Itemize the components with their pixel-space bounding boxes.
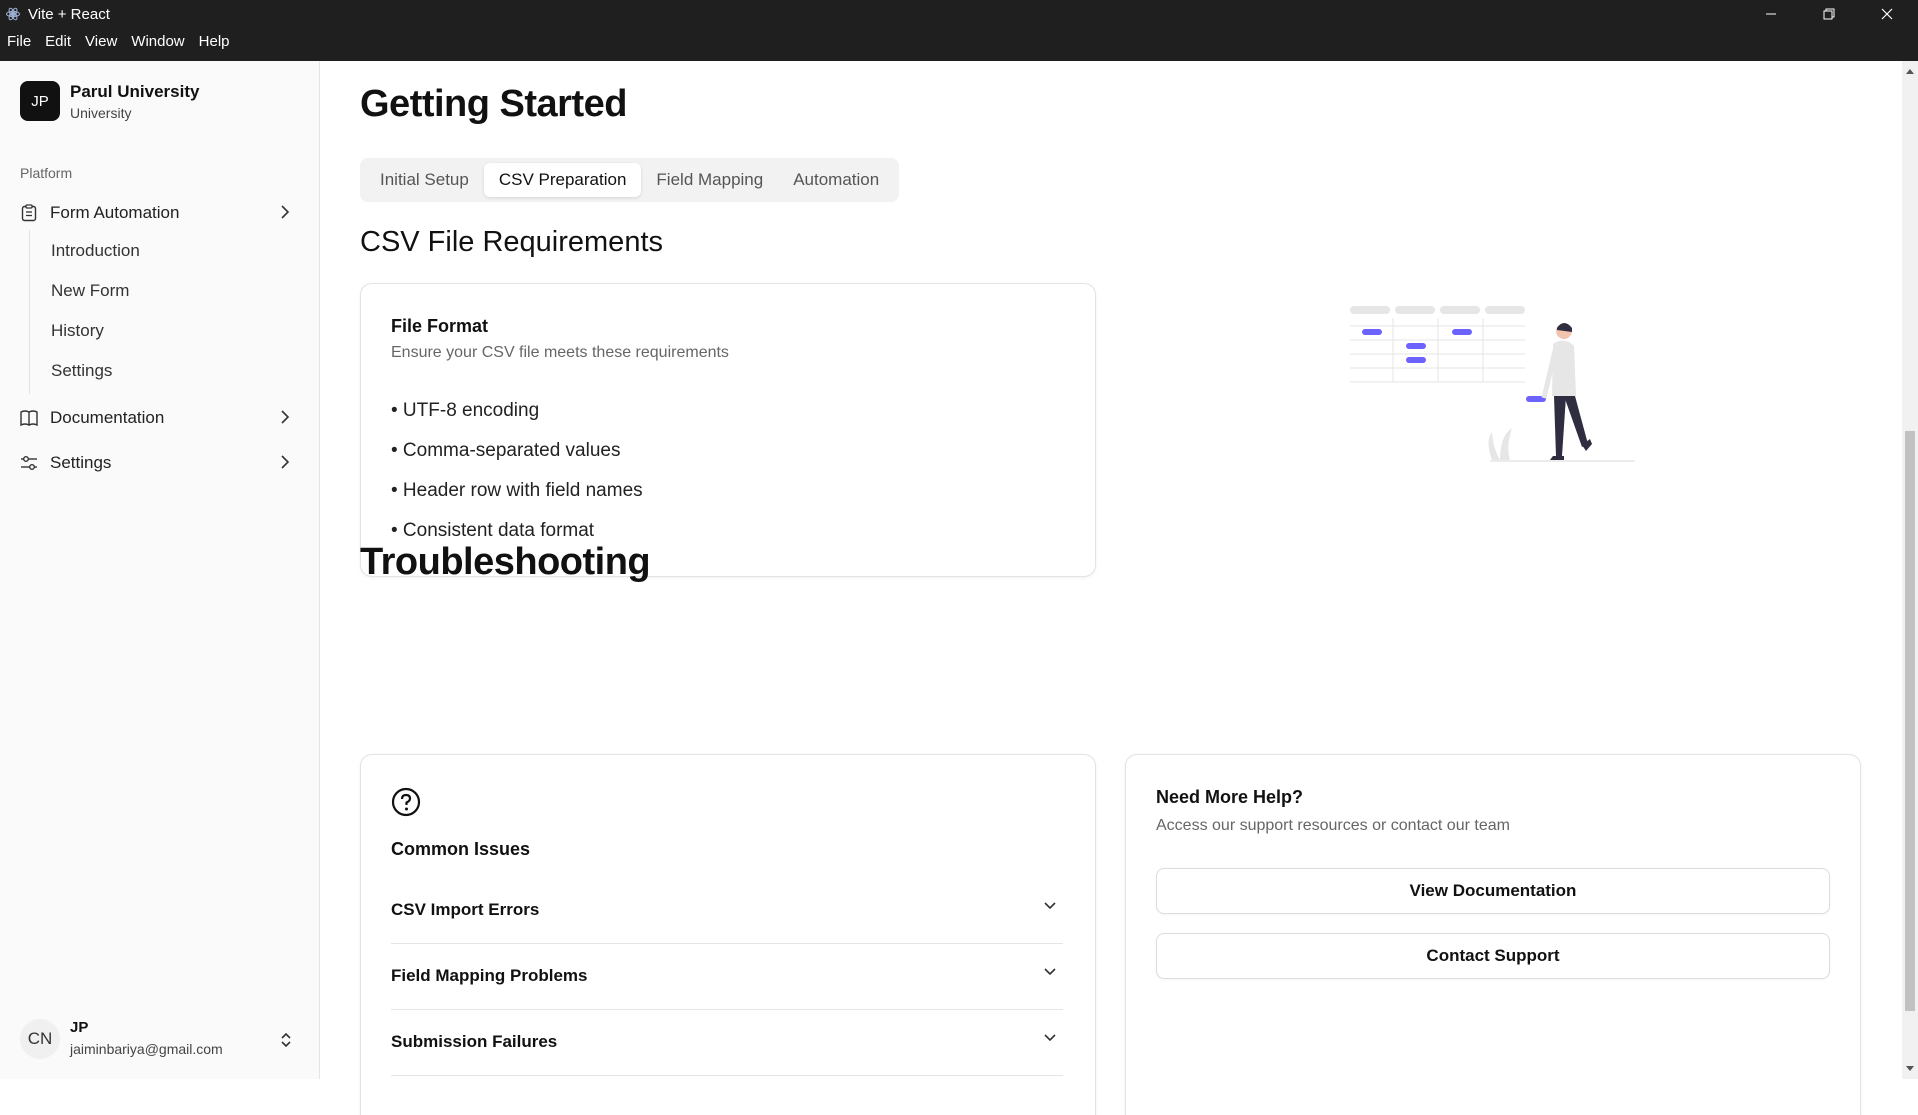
menu-help[interactable]: Help [192,33,237,50]
card-title: Need More Help? [1156,787,1304,807]
chevron-down-icon [1044,968,1056,976]
chevron-right-icon [281,410,290,424]
tab-field-mapping[interactable]: Field Mapping [641,163,778,197]
requirement-item: • Comma-separated values [391,440,621,461]
accordion-field-mapping-problems[interactable]: Field Mapping Problems [391,943,1063,1010]
book-icon [20,409,38,427]
subitem-history[interactable]: History [51,316,104,346]
sidebar-item-documentation[interactable]: Documentation [20,401,296,435]
user-name[interactable]: JP [70,1019,88,1036]
common-issues-card: Common Issues CSV Import Errors Field Ma… [360,754,1096,1115]
menu-edit[interactable]: Edit [38,33,78,50]
title-bar: Vite + React File Edit View Window Help [0,0,1918,61]
menu-view[interactable]: View [78,33,124,50]
minimize-icon [1766,13,1776,15]
accordion-label: Submission Failures [391,1032,558,1051]
scroll-down-arrow-icon[interactable] [1906,1066,1914,1071]
card-description: Ensure your CSV file meets these require… [391,344,729,361]
file-format-card: File Format Ensure your CSV file meets t… [360,283,1096,577]
sidebar-item-label: Documentation [50,408,165,427]
sidebar-item-label: Settings [50,453,112,472]
restore-icon [1823,8,1835,20]
close-icon [1881,8,1893,20]
tab-csv-preparation[interactable]: CSV Preparation [483,163,642,197]
tab-initial-setup[interactable]: Initial Setup [365,163,484,197]
sidebar-item-form-automation[interactable]: Form Automation [20,196,296,230]
sidebar-item-label: Form Automation [50,203,180,222]
menu-file[interactable]: File [0,33,38,50]
sidebar: JP Parul University University Platform … [0,61,320,1079]
troubleshooting-title: Troubleshooting [360,541,651,583]
requirement-item: • Header row with field names [391,480,643,501]
scroll-up-arrow-icon[interactable] [1906,69,1914,74]
tab-list: Initial Setup CSV Preparation Field Mapp… [360,158,900,202]
need-help-card: Need More Help? Access our support resou… [1125,754,1861,1115]
subitem-settings[interactable]: Settings [51,356,112,386]
clipboard-icon [20,204,38,222]
chevron-right-icon [281,455,290,469]
sliders-icon [20,454,38,472]
user-avatar[interactable]: CN [20,1019,60,1059]
org-name[interactable]: Parul University [70,82,199,102]
chevron-right-icon [281,205,290,219]
minimize-button[interactable] [1742,0,1800,28]
chevron-down-icon [1044,902,1056,910]
requirement-item: • Consistent data format [391,520,595,541]
contact-support-button[interactable]: Contact Support [1156,933,1830,979]
restore-button[interactable] [1800,0,1858,28]
sidebar-item-settings[interactable]: Settings [20,446,296,480]
page-title: Getting Started [360,83,627,125]
scroll-thumb[interactable] [1905,431,1915,1011]
accordion-submission-failures[interactable]: Submission Failures [391,1009,1063,1076]
accordion-label: CSV Import Errors [391,900,540,919]
card-title: File Format [391,316,489,336]
card-title: Common Issues [391,839,531,859]
menu-window[interactable]: Window [124,33,191,50]
scrollbar[interactable] [1902,61,1918,1079]
card-description: Access our support resources or contact … [1156,817,1510,834]
accordion-csv-import-errors[interactable]: CSV Import Errors [391,877,1063,944]
chevron-down-icon [1044,1034,1056,1042]
org-subtitle: University [70,105,132,121]
subitem-new-form[interactable]: New Form [51,276,129,306]
app-icon [6,7,20,21]
section-title: CSV File Requirements [360,226,663,258]
close-button[interactable] [1858,0,1916,28]
form-automation-submenu: Introduction New Form History Settings [29,230,290,394]
main-content: Getting Started Initial Setup CSV Prepar… [320,61,1902,1115]
window-title: Vite + React [28,6,110,23]
accordion-label: Field Mapping Problems [391,966,588,985]
org-logo[interactable]: JP [20,81,60,121]
user-email: jaiminbariya@gmail.com [70,1041,223,1057]
requirement-item: • UTF-8 encoding [391,400,540,421]
group-label-platform: Platform [20,165,73,181]
tab-automation[interactable]: Automation [778,163,894,197]
help-circle-icon [391,787,421,817]
subitem-introduction[interactable]: Introduction [51,236,140,266]
spreadsheet-illustration [1350,306,1635,462]
chevrons-up-down-icon[interactable] [280,1031,292,1049]
view-documentation-button[interactable]: View Documentation [1156,868,1830,914]
menu-bar: File Edit View Window Help [0,33,237,50]
